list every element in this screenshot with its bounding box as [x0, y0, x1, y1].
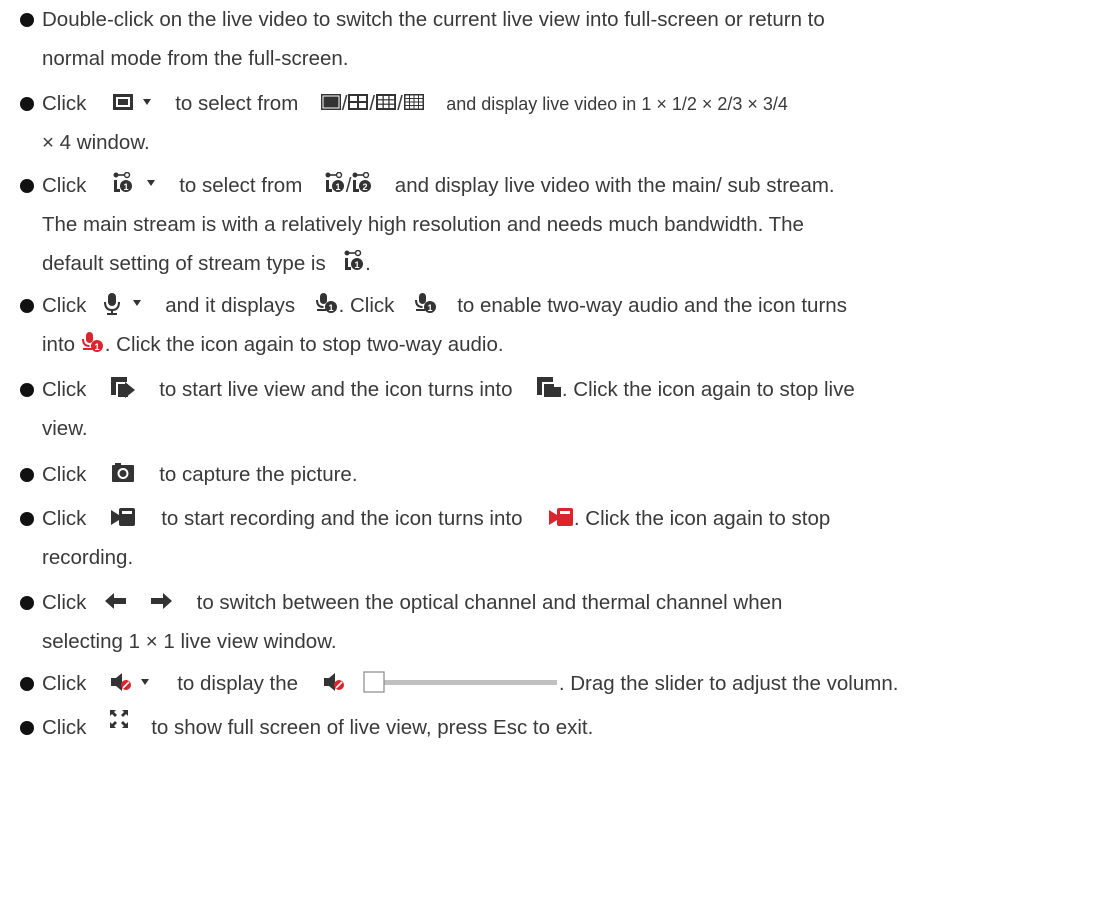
bullet — [20, 383, 34, 397]
item-text: . Click the icon again to stop live — [561, 378, 855, 401]
item-text: to display the — [177, 672, 299, 695]
talk-icon: 1 — [414, 292, 438, 316]
svg-text:1: 1 — [355, 260, 360, 270]
layout-icon — [112, 91, 154, 113]
item-text: to switch between the optical channel an… — [196, 591, 783, 614]
bullet — [20, 596, 34, 610]
item-text: Click — [42, 378, 87, 401]
record-icon — [110, 506, 136, 528]
bullet — [20, 468, 34, 482]
item-text-line1: Click 1 to select from 1 / 2 and display… — [42, 166, 835, 205]
svg-text:2: 2 — [363, 182, 368, 192]
camera-icon — [110, 461, 136, 485]
item-text: to capture the picture. — [159, 463, 358, 486]
talk-icon: 1 — [315, 292, 339, 316]
bullet — [20, 97, 34, 111]
live-view-start-icon — [110, 376, 136, 400]
item-text-line2: normal mode from the full-screen. — [42, 47, 349, 70]
item-text: . Click the icon again to stop — [573, 507, 831, 530]
item-text-line1: Click to show full screen of live view, … — [42, 708, 593, 747]
item-text: Click — [42, 672, 87, 695]
item-text: default setting of stream type is — [42, 252, 326, 275]
item-text-line2: The main stream is with a relatively hig… — [42, 213, 804, 236]
item-text-line1: Click to display the . Drag the slider t… — [42, 664, 898, 703]
item-text-line2: × 4 window. — [42, 131, 150, 154]
item-text-line1: Click to switch between the optical chan… — [42, 583, 782, 622]
item-text: and display live video with the main/ su… — [394, 174, 835, 197]
item-text: Click — [42, 174, 87, 197]
svg-text:1: 1 — [335, 182, 340, 192]
item-text: to enable two-way audio and the icon tur… — [457, 294, 847, 317]
stream-sub-icon: 2 — [351, 171, 373, 196]
item-text: Click — [42, 92, 87, 115]
bullet — [20, 179, 34, 193]
item-text: . Drag the slider to adjust the volumn. — [558, 672, 899, 695]
item-text: Click — [42, 507, 87, 530]
volume-muted-icon — [110, 671, 156, 693]
layout-1x1-icon — [320, 91, 342, 113]
stream-main-icon: 1 — [324, 171, 346, 196]
item-text-line1: Click to start live view and the icon tu… — [42, 370, 855, 409]
item-text: to start recording and the icon turns in… — [161, 507, 523, 530]
item-text: to select from — [179, 174, 303, 197]
item-text: Click — [42, 463, 87, 486]
svg-text:1: 1 — [94, 342, 99, 352]
record-active-icon — [548, 506, 574, 528]
bullet — [20, 677, 34, 691]
item-text: and it displays — [165, 294, 296, 317]
live-view-stop-icon — [536, 376, 562, 400]
bullet — [20, 721, 34, 735]
item-text-line2: into 1 . Click the icon again to stop tw… — [42, 325, 504, 364]
item-text-line2: recording. — [42, 546, 134, 569]
item-text: Click — [42, 591, 87, 614]
item-text-line2: view. — [42, 417, 88, 440]
item-text: to select from — [175, 92, 299, 115]
stream-main-icon: 1 — [343, 249, 365, 274]
svg-text:1: 1 — [427, 303, 432, 313]
volume-muted-icon — [323, 671, 345, 693]
volume-slider[interactable] — [363, 670, 559, 694]
item-text: . — [365, 252, 371, 275]
svg-text:1: 1 — [123, 182, 128, 192]
bullet — [20, 512, 34, 526]
arrow-right-icon — [149, 591, 173, 611]
mic-icon — [102, 292, 144, 316]
item-text-line1: Click to start recording and the icon tu… — [42, 499, 830, 538]
layout-2x2-icon — [347, 91, 369, 113]
item-text-line1: Double-click on the live video to switch… — [42, 8, 825, 31]
item-text: and display live video in 1 × 1/2 × 2/3 … — [446, 94, 788, 114]
bullet — [20, 13, 34, 27]
item-text-line1: Click to capture the picture. — [42, 455, 358, 494]
item-text-line1: Click and it displays 1 . Click 1 to ena… — [42, 286, 847, 325]
layout-4x4-icon — [403, 91, 425, 113]
item-text-line1: Click to select from / / / and display l… — [42, 84, 788, 124]
full-screen-icon — [108, 708, 130, 730]
item-text: to show full screen of live view, press … — [151, 716, 594, 739]
item-text: Click — [42, 716, 87, 739]
item-text: into — [42, 333, 76, 356]
arrow-left-icon — [104, 591, 128, 611]
bullet — [20, 299, 34, 313]
item-text: Click — [42, 294, 87, 317]
item-text-line2: selecting 1 × 1 live view window. — [42, 630, 337, 653]
item-text-line3: default setting of stream type is 1 . — [42, 244, 371, 283]
stream-main-icon: 1 — [112, 171, 158, 196]
layout-3x3-icon — [375, 91, 397, 113]
item-text: to start live view and the icon turns in… — [159, 378, 513, 401]
svg-text:1: 1 — [328, 303, 333, 313]
item-text: . Click the icon again to stop two-way a… — [104, 333, 504, 356]
talk-active-icon: 1 — [81, 331, 105, 355]
item-text: . Click — [338, 294, 395, 317]
